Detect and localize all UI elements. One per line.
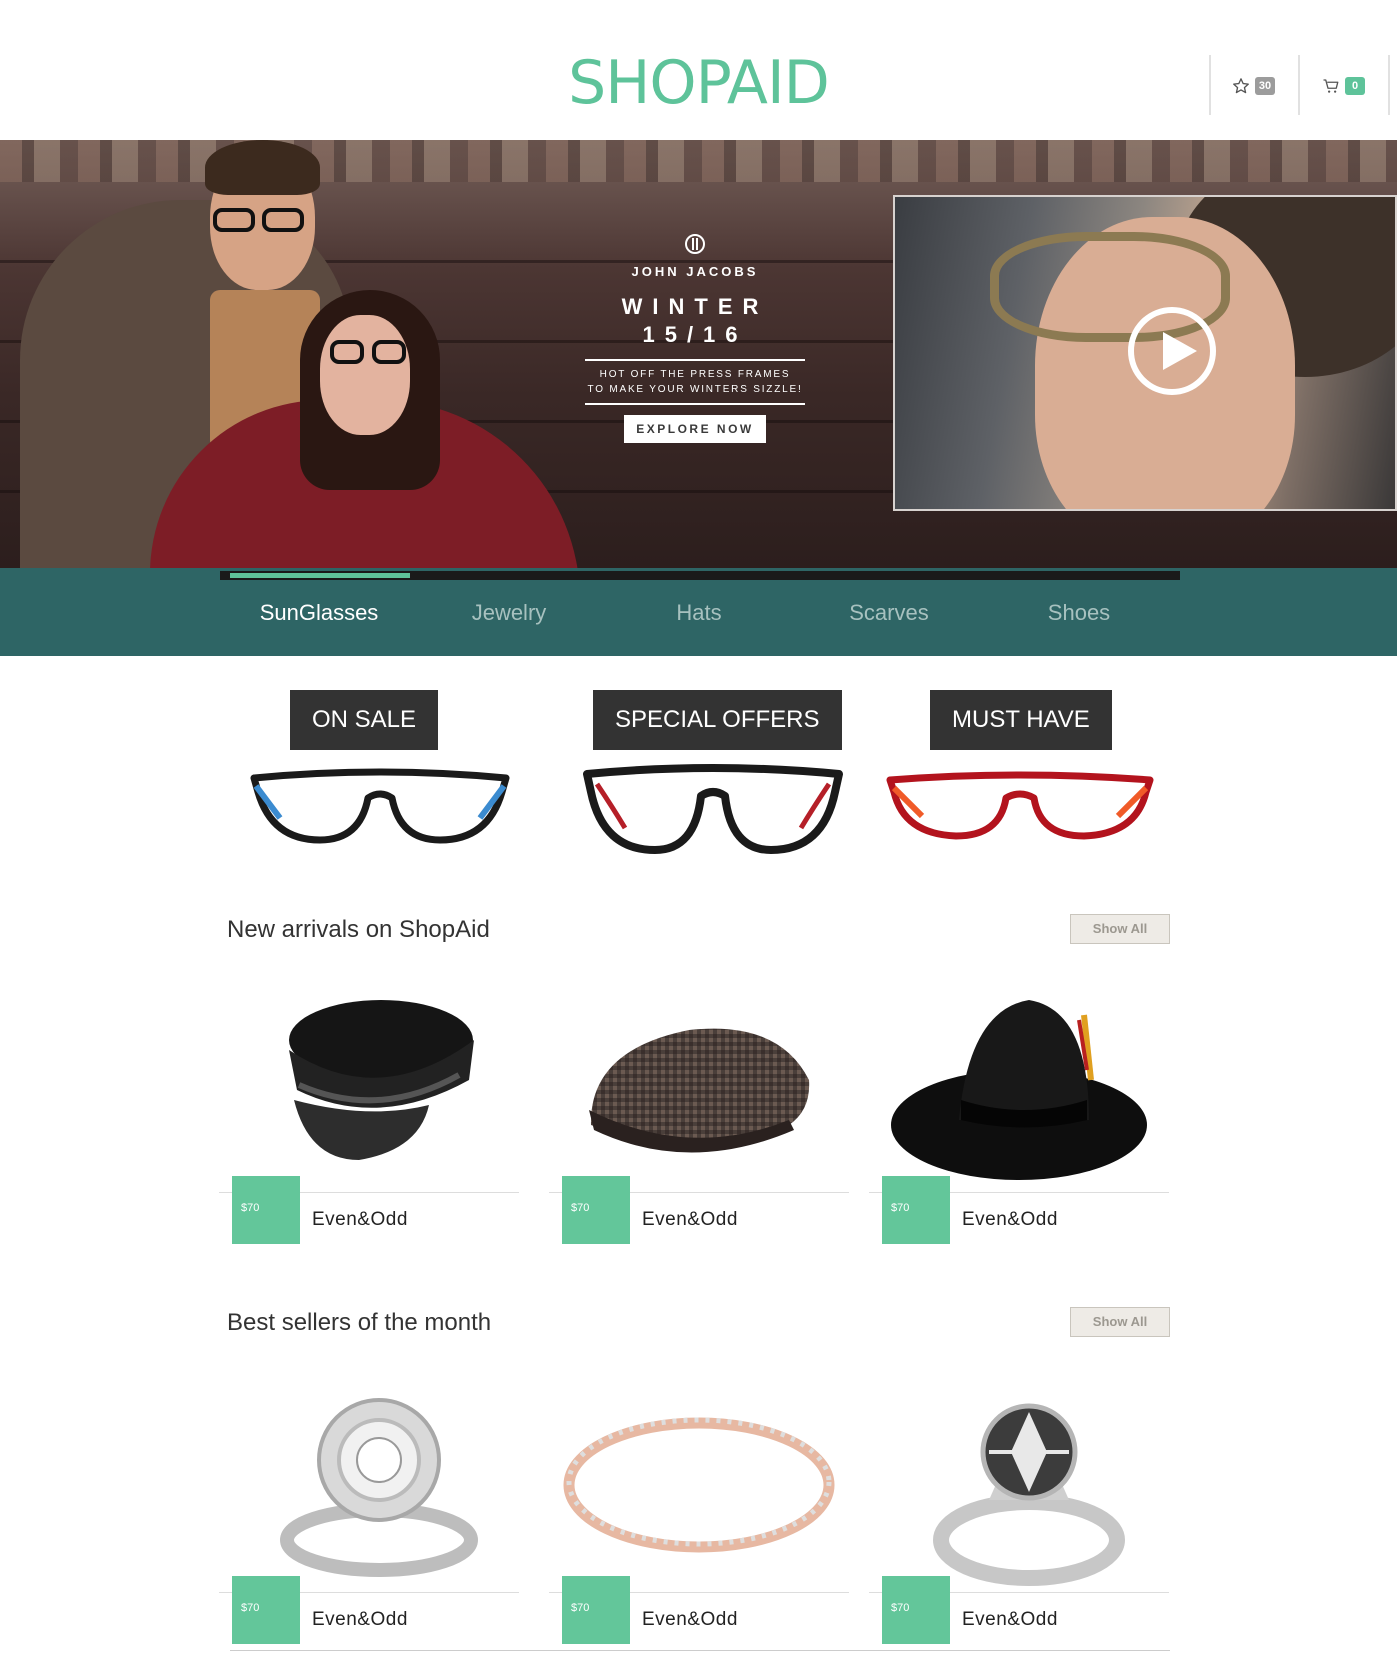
header-divider: [1298, 55, 1300, 115]
cart-count-badge: 0: [1345, 77, 1365, 95]
halo-ring-icon: [219, 1390, 519, 1590]
header-divider: [1388, 55, 1390, 115]
tab-jewelry[interactable]: Jewelry: [414, 600, 604, 626]
best-sellers-show-all-button[interactable]: Show All: [1070, 1307, 1170, 1337]
promo-card-special-offers[interactable]: SPECIAL OFFERS: [573, 690, 853, 870]
section-divider: [230, 1650, 1170, 1651]
price-tag: $70: [882, 1576, 950, 1644]
tab-scarves[interactable]: Scarves: [794, 600, 984, 626]
price-tag: $70: [562, 1576, 630, 1644]
cart-button[interactable]: 0: [1322, 74, 1365, 98]
hero-video[interactable]: [893, 195, 1397, 511]
captain-hat-icon: [219, 990, 519, 1190]
play-icon[interactable]: [1128, 307, 1216, 395]
tab-hats[interactable]: Hats: [604, 600, 794, 626]
solitaire-ring-icon: [869, 1390, 1169, 1590]
header-divider: [1209, 55, 1211, 115]
promo-label[interactable]: ON SALE: [290, 690, 439, 750]
product-card[interactable]: $70 Even&Odd: [219, 990, 519, 1260]
band-ring-icon: [549, 1390, 849, 1590]
product-card[interactable]: $70 Even&Odd: [869, 990, 1169, 1260]
wishlist-button[interactable]: 30: [1232, 74, 1275, 98]
john-jacobs-logo-icon: [570, 232, 820, 256]
promo-label[interactable]: MUST HAVE: [930, 690, 1112, 750]
hero-model-hair: [205, 140, 320, 195]
hero-brand: JOHN JACOBS: [631, 264, 759, 279]
cart-icon: [1322, 77, 1340, 95]
new-arrivals-show-all-button[interactable]: Show All: [1070, 914, 1170, 944]
hero-subtitle-line1: HOT OFF THE PRESS FRAMES: [599, 369, 791, 380]
hero-title-line1: WINTER: [621, 294, 769, 319]
product-name[interactable]: Even&Odd: [962, 1609, 1058, 1631]
category-progress-bar: [220, 571, 1180, 580]
product-name[interactable]: Even&Odd: [642, 1609, 738, 1631]
category-indicator-active: [230, 573, 410, 578]
product-name[interactable]: Even&Odd: [962, 1209, 1058, 1231]
star-icon: [1232, 77, 1250, 95]
tab-sunglasses[interactable]: SunGlasses: [224, 600, 414, 626]
product-card[interactable]: $70 Even&Odd: [869, 1390, 1169, 1660]
new-arrivals-title: New arrivals on ShopAid: [227, 916, 490, 943]
site-header: SHOPAID 30 0: [0, 0, 1397, 140]
product-name[interactable]: Even&Odd: [312, 1209, 408, 1231]
best-sellers-title: Best sellers of the month: [227, 1309, 492, 1336]
price-tag: $70: [232, 1576, 300, 1644]
price-tag: $70: [882, 1176, 950, 1244]
hero-subtitle-line2: TO MAKE YOUR WINTERS SIZZLE!: [587, 384, 803, 395]
product-card[interactable]: $70 Even&Odd: [219, 1390, 519, 1660]
price-tag: $70: [562, 1176, 630, 1244]
product-card[interactable]: $70 Even&Odd: [549, 1390, 849, 1660]
product-card[interactable]: $70 Even&Odd: [549, 990, 849, 1260]
hero-glasses-icon: [262, 208, 304, 232]
hero-banner: JOHN JACOBS WINTER 15/16 HOT OFF THE PRE…: [0, 140, 1397, 568]
site-logo[interactable]: SHOPAID: [0, 48, 1397, 118]
hero-promo-text: JOHN JACOBS WINTER 15/16 HOT OFF THE PRE…: [570, 232, 820, 443]
hero-glasses-icon: [213, 208, 255, 232]
hero-divider: [585, 359, 805, 361]
price-tag: $70: [232, 1176, 300, 1244]
flat-cap-icon: [549, 990, 849, 1190]
promo-label[interactable]: SPECIAL OFFERS: [593, 690, 842, 750]
promo-card-on-sale[interactable]: ON SALE: [240, 690, 520, 870]
hero-title-line2: 15/16: [642, 322, 748, 347]
hero-glasses-icon: [372, 340, 406, 364]
tab-shoes[interactable]: Shoes: [984, 600, 1174, 626]
category-nav: SunGlasses Jewelry Hats Scarves Shoes: [0, 568, 1397, 656]
hero-divider: [585, 403, 805, 405]
product-name[interactable]: Even&Odd: [642, 1209, 738, 1231]
promo-card-must-have[interactable]: MUST HAVE: [880, 690, 1160, 870]
fedora-hat-icon: [869, 990, 1169, 1190]
product-name[interactable]: Even&Odd: [312, 1609, 408, 1631]
hero-model-face: [320, 315, 410, 435]
explore-now-button[interactable]: EXPLORE NOW: [624, 415, 766, 443]
wishlist-count-badge: 30: [1255, 77, 1275, 95]
hero-glasses-icon: [330, 340, 364, 364]
